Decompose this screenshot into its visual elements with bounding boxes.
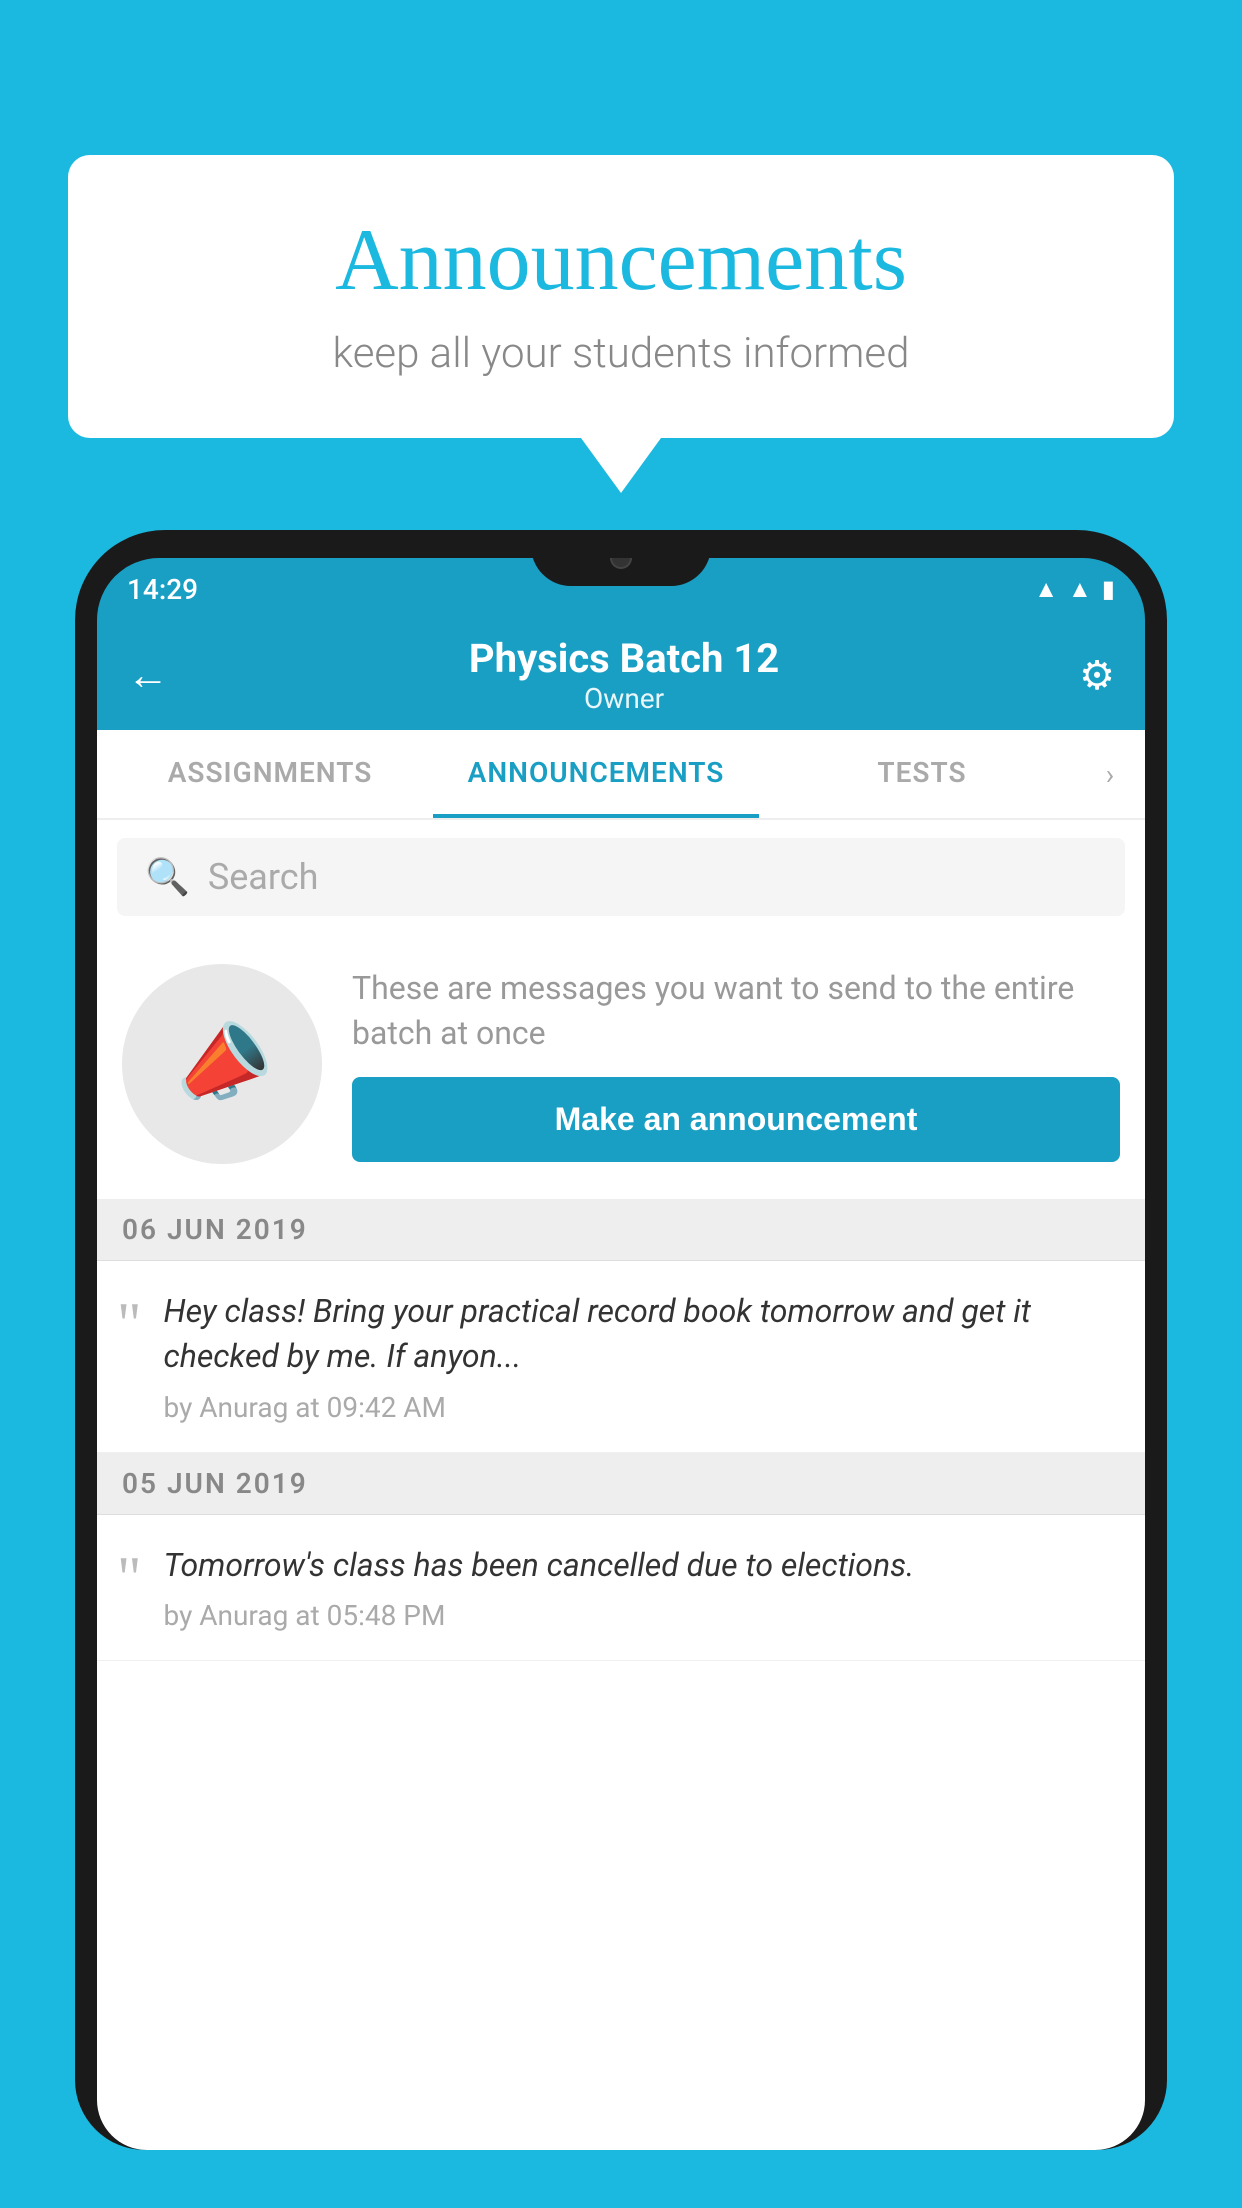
status-time: 14:29 bbox=[127, 573, 198, 606]
date-separator-1: 06 JUN 2019 bbox=[97, 1199, 1145, 1261]
announcement-right: These are messages you want to send to t… bbox=[352, 966, 1120, 1163]
speech-bubble-title: Announcements bbox=[128, 210, 1114, 311]
search-icon: 🔍 bbox=[145, 856, 190, 898]
app-bar-subtitle: Owner bbox=[169, 682, 1079, 715]
app-bar-title: Physics Batch 12 bbox=[169, 635, 1079, 682]
wifi-icon: ▲ bbox=[1034, 575, 1058, 604]
back-button[interactable]: ← bbox=[127, 651, 169, 700]
announcement-text-2: Tomorrow's class has been cancelled due … bbox=[164, 1543, 1121, 1633]
announcement-description: These are messages you want to send to t… bbox=[352, 966, 1120, 1056]
signal-icon: ▲ bbox=[1068, 575, 1092, 604]
search-bar[interactable]: 🔍 Search bbox=[117, 838, 1125, 916]
quote-icon-1: " bbox=[117, 1294, 142, 1354]
search-input-placeholder[interactable]: Search bbox=[208, 856, 319, 898]
tab-assignments[interactable]: ASSIGNMENTS bbox=[107, 730, 433, 818]
phone-outer-frame: 14:29 ▲ ▲ ▮ ← Physics Batch 12 Owner ⚙ bbox=[75, 530, 1167, 2150]
announcement-item-2[interactable]: " Tomorrow's class has been cancelled du… bbox=[97, 1515, 1145, 1662]
tabs-bar: ASSIGNMENTS ANNOUNCEMENTS TESTS › bbox=[97, 730, 1145, 820]
date-separator-2: 05 JUN 2019 bbox=[97, 1453, 1145, 1515]
announcement-meta-1: by Anurag at 09:42 AM bbox=[164, 1391, 1121, 1424]
announcement-message-1: Hey class! Bring your practical record b… bbox=[164, 1289, 1121, 1379]
quote-icon-2: " bbox=[117, 1548, 142, 1608]
announcement-meta-2: by Anurag at 05:48 PM bbox=[164, 1599, 1121, 1632]
announcement-message-2: Tomorrow's class has been cancelled due … bbox=[164, 1543, 1121, 1588]
tab-announcements[interactable]: ANNOUNCEMENTS bbox=[433, 730, 759, 818]
phone-content: 🔍 Search 📣 These are messages you want t… bbox=[97, 820, 1145, 2150]
make-announcement-button[interactable]: Make an announcement bbox=[352, 1077, 1120, 1162]
settings-button[interactable]: ⚙ bbox=[1079, 652, 1115, 699]
phone-notch bbox=[531, 558, 711, 586]
search-bar-wrapper: 🔍 Search bbox=[97, 820, 1145, 934]
announcement-item-1[interactable]: " Hey class! Bring your practical record… bbox=[97, 1261, 1145, 1453]
speech-bubble-card: Announcements keep all your students inf… bbox=[68, 155, 1174, 438]
tabs-more[interactable]: › bbox=[1085, 758, 1135, 791]
megaphone-icon: 📣 bbox=[162, 1006, 283, 1123]
phone-screen: 14:29 ▲ ▲ ▮ ← Physics Batch 12 Owner ⚙ bbox=[97, 558, 1145, 2150]
status-bar: 14:29 ▲ ▲ ▮ bbox=[97, 558, 1145, 620]
speech-bubble-subtitle: keep all your students informed bbox=[128, 329, 1114, 378]
speech-bubble-arrow bbox=[581, 438, 661, 493]
phone-mockup: 14:29 ▲ ▲ ▮ ← Physics Batch 12 Owner ⚙ bbox=[75, 530, 1167, 2208]
tab-tests[interactable]: TESTS bbox=[759, 730, 1085, 818]
phone-camera bbox=[610, 558, 632, 569]
app-bar: ← Physics Batch 12 Owner ⚙ bbox=[97, 620, 1145, 730]
announcement-text-1: Hey class! Bring your practical record b… bbox=[164, 1289, 1121, 1424]
announcement-prompt-section: 📣 These are messages you want to send to… bbox=[97, 934, 1145, 1199]
battery-icon: ▮ bbox=[1102, 575, 1115, 603]
app-bar-center: Physics Batch 12 Owner bbox=[169, 635, 1079, 715]
status-icons: ▲ ▲ ▮ bbox=[1034, 575, 1115, 604]
announcement-icon-circle: 📣 bbox=[122, 964, 322, 1164]
speech-bubble-section: Announcements keep all your students inf… bbox=[68, 155, 1174, 493]
